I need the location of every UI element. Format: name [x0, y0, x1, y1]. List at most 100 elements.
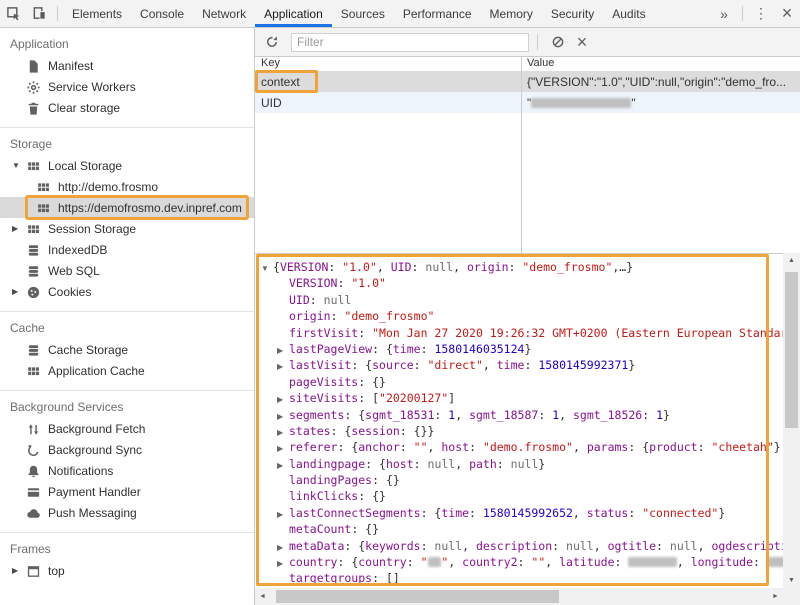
sidebar-item-session-storage[interactable]: ▶Session Storage [0, 218, 254, 239]
token-p: , [573, 506, 587, 520]
column-divider[interactable] [521, 57, 522, 253]
sidebar-item-web-sql[interactable]: Web SQL [0, 260, 254, 281]
device-toolbar-button[interactable] [26, 0, 52, 27]
more-tabs-chevron-icon[interactable]: » [711, 0, 737, 27]
db-icon [26, 242, 42, 258]
chevron-down-icon[interactable]: ▼ [12, 161, 26, 170]
sidebar-item-cache-storage[interactable]: Cache Storage [0, 339, 254, 360]
token-p: : [310, 293, 324, 307]
tree-row[interactable]: ▼{VERSION: "1.0", UID: null, origin: "de… [255, 259, 783, 275]
column-header-value[interactable]: Value [521, 57, 800, 71]
horizontal-scrollbar-thumb[interactable] [276, 590, 559, 603]
tab-sources[interactable]: Sources [332, 0, 394, 27]
token-p: : [538, 408, 552, 422]
redacted-blur [628, 557, 676, 567]
tree-row[interactable]: ▶country: {country: "", country2: "", la… [255, 554, 783, 570]
tree-row[interactable]: ▶states: {session: {}} [255, 423, 783, 439]
tab-performance[interactable]: Performance [394, 0, 481, 27]
kebab-menu-icon[interactable]: ⋮ [748, 0, 774, 27]
sidebar-item-manifest[interactable]: Manifest [0, 55, 254, 76]
tab-console[interactable]: Console [131, 0, 193, 27]
tree-row[interactable]: origin: "demo_frosmo" [255, 308, 783, 324]
filter-input[interactable] [291, 33, 529, 52]
sidebar-item-notifications[interactable]: Notifications [0, 460, 254, 481]
chevron-right-icon[interactable]: ▶ [12, 287, 26, 296]
token-k: ogtitle [608, 539, 656, 553]
vertical-scrollbar-thumb[interactable] [785, 272, 798, 428]
token-p: : { [331, 424, 352, 438]
sidebar-item-background-sync[interactable]: Background Sync [0, 439, 254, 460]
token-p: : { [351, 358, 372, 372]
scroll-left-arrow[interactable]: ◄ [255, 588, 270, 605]
token-s: "cheetah" [711, 440, 773, 454]
sidebar-item-cookies[interactable]: ▶Cookies [0, 281, 254, 302]
scroll-down-arrow[interactable]: ▼ [783, 573, 800, 588]
tree-row[interactable]: ▶lastPageView: {time: 1580146035124} [255, 341, 783, 357]
tree-row[interactable]: ▶lastConnectSegments: {time: 15801459926… [255, 505, 783, 521]
token-k: host [441, 440, 469, 454]
sidebar-item-label: Manifest [48, 59, 93, 73]
tree-row[interactable]: ▶referer: {anchor: "", host: "demo.frosm… [255, 439, 783, 455]
sidebar-item-push-messaging[interactable]: Push Messaging [0, 502, 254, 523]
sidebar-item-top[interactable]: ▶ top [0, 560, 254, 581]
chevron-right-icon[interactable]: ▶ [12, 566, 26, 575]
sidebar-item-indexeddb[interactable]: IndexedDB [0, 239, 254, 260]
token-k: landingpage [289, 457, 365, 471]
tree-row[interactable]: ▶landingpage: {host: null, path: null} [255, 456, 783, 472]
sidebar-item-payment-handler[interactable]: Payment Handler [0, 481, 254, 502]
close-devtools-icon[interactable]: × [774, 0, 800, 27]
tree-row[interactable]: linkClicks: {} [255, 488, 783, 504]
tree-row[interactable]: pageVisits: {} [255, 374, 783, 390]
token-p: : [421, 342, 435, 356]
tree-row[interactable]: firstVisit: "Mon Jan 27 2020 19:26:32 GM… [255, 325, 783, 341]
column-header-key[interactable]: Key [255, 57, 521, 71]
tree-row[interactable]: UID: null [255, 292, 783, 308]
tree-row[interactable]: landingPages: {} [255, 472, 783, 488]
tab-audits[interactable]: Audits [603, 0, 654, 27]
sidebar-item-local-storage[interactable]: ▼Local Storage [0, 155, 254, 176]
token-p: : [469, 506, 483, 520]
table-row-uid[interactable]: UID"" [255, 92, 800, 113]
expand-down-icon[interactable]: ▼ [261, 261, 273, 277]
token-p: , [573, 440, 587, 454]
token-k: targetgroups [289, 571, 372, 585]
tree-row[interactable]: ▶siteVisits: ["20200127"] [255, 390, 783, 406]
token-p: , [377, 260, 391, 274]
sidebar-item-http-demo-frosmo[interactable]: http://demo.frosmo [0, 176, 254, 197]
scroll-up-arrow[interactable]: ▲ [783, 253, 800, 268]
sidebar-item-https-demofrosmo-dev-inpref-com[interactable]: https://demofrosmo.dev.inpref.com [0, 197, 254, 218]
section-background-services: Background ServicesBackground FetchBackg… [0, 390, 254, 532]
tab-bar-right: » ⋮ × [711, 0, 800, 27]
key-cell[interactable]: context [255, 71, 521, 92]
clear-all-button[interactable] [546, 30, 570, 54]
token-p: , [462, 539, 476, 553]
chevron-right-icon[interactable]: ▶ [12, 224, 26, 233]
tab-application[interactable]: Application [255, 0, 332, 27]
tree-row[interactable]: VERSION: "1.0" [255, 275, 783, 291]
sidebar-item-clear-storage[interactable]: Clear storage [0, 97, 254, 118]
delete-selected-button[interactable]: × [570, 30, 594, 54]
sidebar-item-background-fetch[interactable]: Background Fetch [0, 418, 254, 439]
token-k: UID [391, 260, 412, 274]
tab-security[interactable]: Security [542, 0, 603, 27]
key-cell[interactable]: UID [255, 92, 521, 113]
tab-elements[interactable]: Elements [63, 0, 131, 27]
scroll-right-arrow[interactable]: ► [768, 588, 783, 605]
token-u: null [324, 293, 352, 307]
sidebar-item-application-cache[interactable]: Application Cache [0, 360, 254, 381]
tree-row[interactable]: ▶segments: {sgmt_18531: 1, sgmt_18587: 1… [255, 407, 783, 423]
table-row-context[interactable]: context{"VERSION":"1.0","UID":null,"orig… [255, 71, 800, 92]
tree-row[interactable]: ▶lastVisit: {source: "direct", time: 158… [255, 357, 783, 373]
token-p: : [552, 539, 566, 553]
inspect-element-button[interactable] [0, 0, 26, 27]
value-cell[interactable]: {"VERSION":"1.0","UID":null,"origin":"de… [521, 75, 800, 89]
tab-network[interactable]: Network [193, 0, 255, 27]
refresh-button[interactable] [260, 30, 284, 54]
value-cell[interactable]: "" [521, 96, 800, 110]
tab-memory[interactable]: Memory [481, 0, 542, 27]
tree-row[interactable]: targetgroups: [] [255, 570, 783, 586]
tree-row[interactable]: metaCount: {} [255, 521, 783, 537]
tree-row[interactable]: ▶metaData: {keywords: null, description:… [255, 538, 783, 554]
sidebar-item-label: top [48, 564, 65, 578]
sidebar-item-service-workers[interactable]: Service Workers [0, 76, 254, 97]
